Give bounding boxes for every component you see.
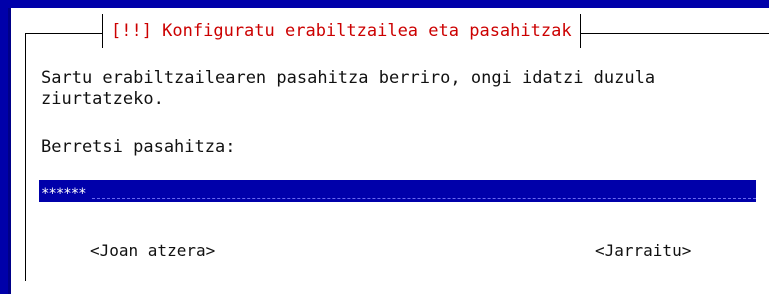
- go-back-button[interactable]: <Joan atzera>: [90, 241, 215, 260]
- input-fill-line: [91, 197, 756, 199]
- continue-button[interactable]: <Jarraitu>: [595, 241, 691, 260]
- installer-dialog: [!!] Konfiguratu erabiltzailea eta pasah…: [8, 8, 769, 294]
- dialog-title: [!!] Konfiguratu erabiltzailea eta pasah…: [111, 21, 572, 41]
- dialog-title-box: [!!] Konfiguratu erabiltzailea eta pasah…: [102, 14, 581, 48]
- instructions-text: Sartu erabiltzailearen pasahitza berriro…: [41, 68, 656, 109]
- confirm-password-input[interactable]: ******: [39, 180, 756, 202]
- password-mask: ******: [41, 186, 87, 202]
- confirm-password-label: Berretsi pasahitza:: [41, 137, 236, 157]
